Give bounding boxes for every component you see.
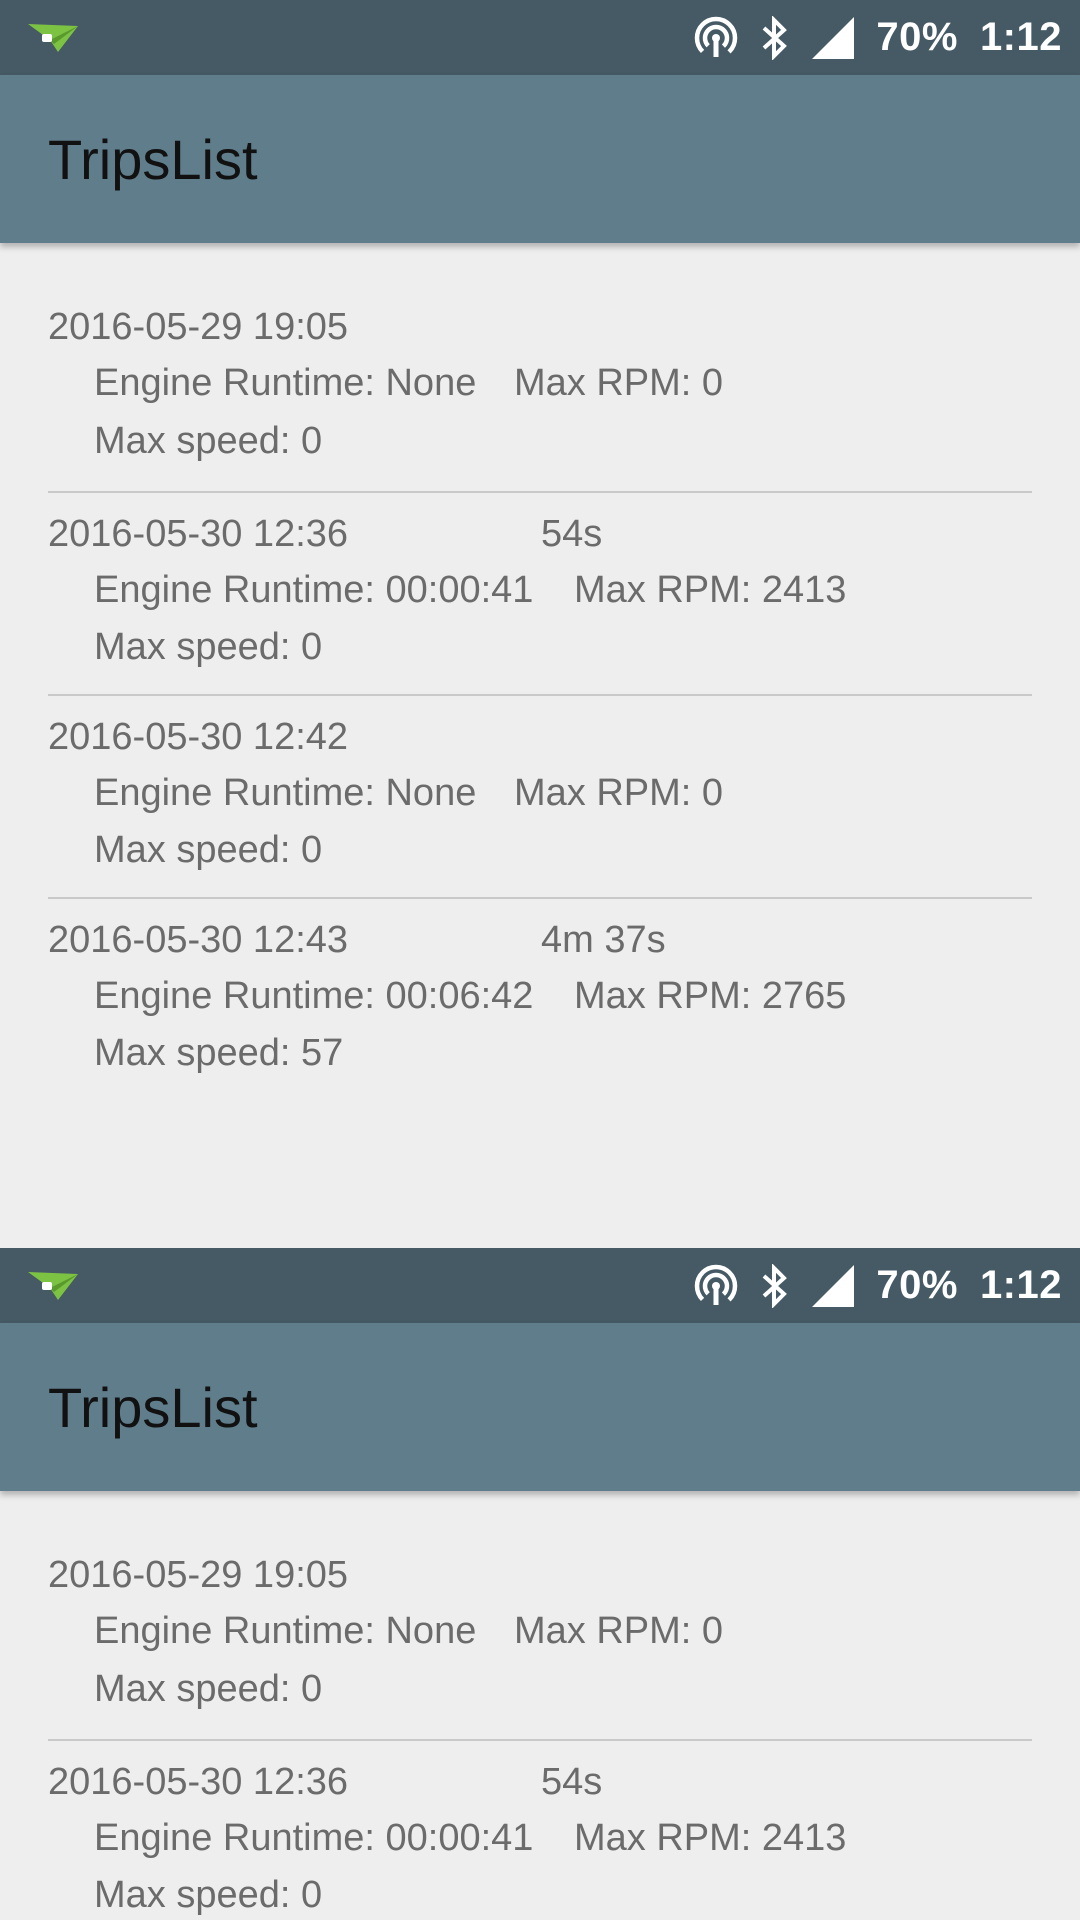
clock: 1:12 [979,1263,1062,1307]
status-icons: 70% 1:12 [672,1248,1062,1323]
page-title: TripsList [48,128,258,191]
hotspot-icon [695,1264,738,1307]
screenshot-upper: 70% 1:12 TripsList 2016-05-29 19:05 Engi… [0,0,1080,1248]
trip-row[interactable]: 2016-05-30 12:43 4m 37s Engine Runtime: … [48,899,1032,1102]
clock: 1:12 [979,15,1062,59]
trip-engine-runtime: Engine Runtime: 00:00:41 [94,569,534,611]
bluetooth-icon [763,1263,788,1308]
status-bar: 70% 1:12 [0,1248,1080,1323]
hotspot-icon [695,16,738,59]
trip-max-speed: Max speed: 0 [94,420,323,462]
trip-duration: 4m 37s [541,919,666,961]
trip-datetime: 2016-05-29 19:05 [48,1554,349,1596]
trip-row[interactable]: 2016-05-30 12:36 54s Engine Runtime: 00:… [48,493,1032,696]
screenshot-lower: 70% 1:12 TripsList 2016-05-29 19:05 Engi… [0,1248,1080,1920]
trip-engine-runtime: Engine Runtime: 00:06:42 [94,975,534,1017]
battery-percentage: 70% [876,1263,958,1307]
cell-signal-icon [812,1264,855,1307]
trip-max-speed: Max speed: 0 [94,1668,323,1710]
battery-percentage: 70% [876,15,958,59]
trip-max-speed: Max speed: 57 [94,1032,344,1074]
app-bar: TripsList [0,1323,1080,1491]
trip-datetime: 2016-05-29 19:05 [48,306,349,348]
trip-duration: 54s [541,513,603,555]
status-icons: 70% 1:12 [672,0,1062,75]
trip-engine-runtime: Engine Runtime: None [94,362,477,404]
trip-row[interactable]: 2016-05-30 12:36 54s Engine Runtime: 00:… [48,1741,1032,1920]
page-title: TripsList [48,1376,258,1439]
trip-max-speed: Max speed: 0 [94,829,323,871]
trip-max-rpm: Max RPM: 2413 [574,569,847,611]
trip-max-speed: Max speed: 0 [94,1874,323,1916]
trip-row[interactable]: 2016-05-29 19:05 Engine Runtime: None Ma… [48,243,1032,493]
trip-datetime: 2016-05-30 12:36 [48,1761,349,1803]
trip-max-rpm: Max RPM: 2765 [574,975,847,1017]
trip-max-rpm: Max RPM: 0 [514,772,724,814]
trip-max-speed: Max speed: 0 [94,626,323,668]
trip-max-rpm: Max RPM: 0 [514,362,724,404]
app-paper-plane-icon [28,1272,78,1300]
trip-list[interactable]: 2016-05-29 19:05 Engine Runtime: None Ma… [0,1491,1080,1920]
trip-engine-runtime: Engine Runtime: None [94,772,477,814]
trip-max-rpm: Max RPM: 0 [514,1610,724,1652]
trip-engine-runtime: Engine Runtime: 00:00:41 [94,1817,534,1859]
trip-duration: 54s [541,1761,603,1803]
trip-datetime: 2016-05-30 12:36 [48,513,349,555]
trip-row[interactable]: 2016-05-29 19:05 Engine Runtime: None Ma… [48,1491,1032,1741]
trip-datetime: 2016-05-30 12:43 [48,919,349,961]
trip-row[interactable]: 2016-05-30 12:42 Engine Runtime: None Ma… [48,696,1032,899]
trip-datetime: 2016-05-30 12:42 [48,716,349,758]
app-paper-plane-icon [28,24,78,52]
trip-max-rpm: Max RPM: 2413 [574,1817,847,1859]
trip-list[interactable]: 2016-05-29 19:05 Engine Runtime: None Ma… [0,243,1080,1102]
bluetooth-icon [763,15,788,60]
cell-signal-icon [812,16,855,59]
app-bar: TripsList [0,75,1080,243]
trip-engine-runtime: Engine Runtime: None [94,1610,477,1652]
status-bar: 70% 1:12 [0,0,1080,75]
